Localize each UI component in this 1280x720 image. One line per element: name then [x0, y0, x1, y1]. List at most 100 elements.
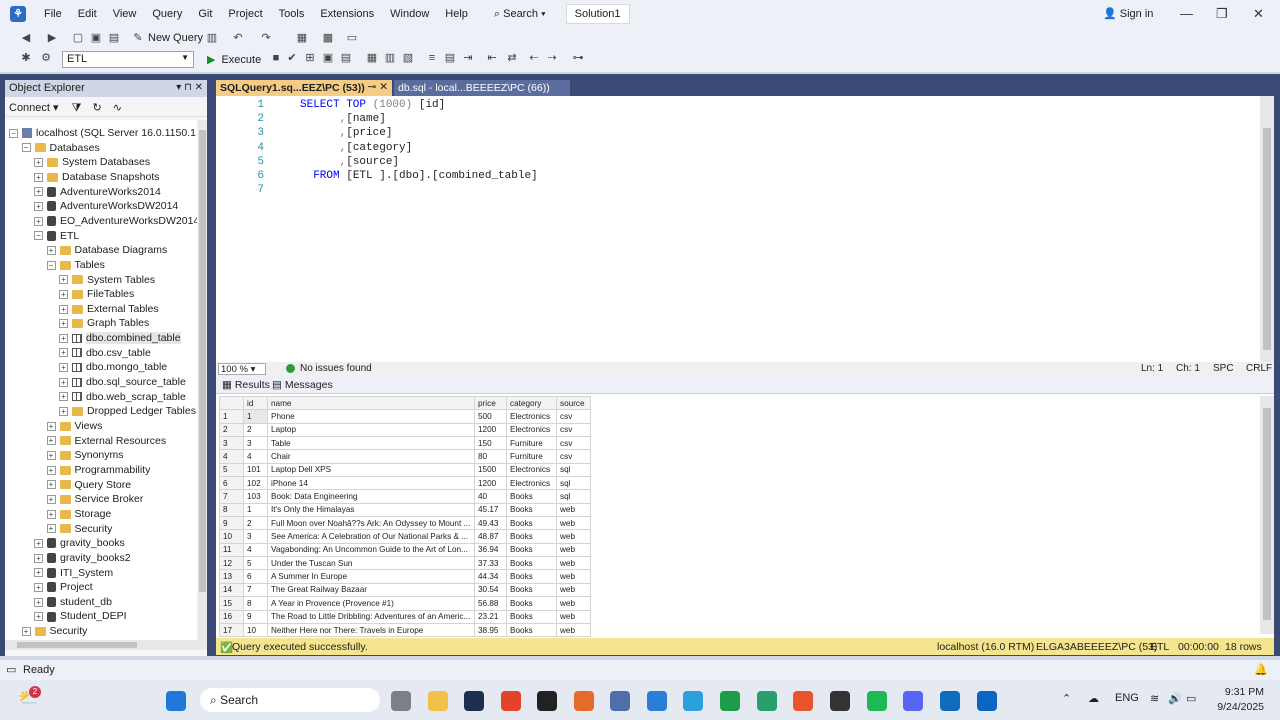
telegram-icon[interactable]: [683, 691, 703, 711]
task-view-icon[interactable]: [391, 691, 411, 711]
grid-cell[interactable]: 103: [243, 489, 268, 504]
grid-cell[interactable]: 2: [243, 516, 268, 531]
discord-icon[interactable]: [903, 691, 923, 711]
grid-cell[interactable]: Book: Data Engineering: [267, 489, 475, 504]
grid-cell[interactable]: iPhone 14: [267, 476, 475, 491]
grid-cell[interactable]: 30.54: [474, 582, 507, 598]
tree-node[interactable]: + dbo.web_scrap_table: [59, 390, 186, 405]
tree-node[interactable]: + Synonyms: [46, 448, 124, 463]
refresh-icon[interactable]: ↻: [93, 102, 102, 114]
tree-node[interactable]: + System Tables: [59, 273, 155, 288]
row-number[interactable]: 7: [219, 489, 244, 504]
tree-vertical-scrollbar[interactable]: [198, 120, 207, 640]
expand-icon[interactable]: +: [46, 509, 56, 519]
tree-node[interactable]: + FileTables: [59, 287, 134, 302]
tree-node[interactable]: − Tables: [46, 258, 105, 273]
battery-icon[interactable]: ▭: [1186, 692, 1196, 705]
align-left-icon[interactable]: ⇠: [528, 52, 540, 64]
editor-vertical-scrollbar[interactable]: [1260, 96, 1274, 362]
grid-cell[interactable]: 7: [243, 582, 268, 598]
table-row[interactable]: 1 1 Phone 500 Electronics csv: [219, 409, 591, 424]
menu-query[interactable]: Query: [144, 0, 190, 28]
grid-cell[interactable]: csv: [556, 449, 591, 464]
wifi-icon[interactable]: ≋: [1150, 692, 1159, 705]
table-row[interactable]: 14 7 The Great Railway Bazaar 30.54 Books web: [219, 582, 591, 598]
menu-tools[interactable]: Tools: [271, 0, 313, 28]
grid-cell[interactable]: 36.94: [474, 542, 507, 558]
grid-cell[interactable]: Laptop Dell XPS: [267, 462, 475, 478]
results-grid-icon[interactable]: ▦: [366, 52, 378, 64]
row-number[interactable]: 11: [219, 542, 244, 558]
expand-icon[interactable]: +: [21, 626, 31, 636]
table-row[interactable]: 7 103 Book: Data Engineering 40 Books sql: [219, 489, 591, 504]
language-indicator[interactable]: ENG: [1115, 692, 1139, 704]
expand-icon[interactable]: +: [59, 348, 68, 358]
tree-node[interactable]: + Service Broker: [46, 492, 143, 507]
new-file-icon[interactable]: ▢: [72, 32, 84, 44]
row-number[interactable]: 5: [219, 462, 244, 478]
grid-cell[interactable]: Books: [506, 569, 557, 584]
brave-icon[interactable]: [793, 691, 813, 711]
results-file-icon[interactable]: ▧: [402, 52, 414, 64]
grid-cell[interactable]: 37.33: [474, 556, 507, 571]
grid-cell[interactable]: 1200: [474, 422, 507, 438]
stop-icon[interactable]: ■: [270, 52, 282, 64]
row-number[interactable]: 15: [219, 596, 244, 611]
ssms-app-icon[interactable]: [610, 691, 630, 711]
expand-icon[interactable]: +: [34, 158, 43, 168]
tree-scroll-thumb[interactable]: [199, 130, 206, 592]
tree-node[interactable]: + ITI_System: [34, 566, 113, 581]
collapse-icon[interactable]: −: [21, 143, 31, 153]
plan-icon[interactable]: ⊞: [304, 52, 316, 64]
row-number[interactable]: 10: [219, 529, 244, 544]
query-options-icon[interactable]: ▣: [322, 52, 334, 64]
results-grid[interactable]: id name price category source 1 1 Phone 500 Elect…: [219, 395, 591, 638]
expand-icon[interactable]: +: [34, 568, 43, 578]
issues-indicator[interactable]: No issues found: [286, 363, 372, 374]
row-number[interactable]: 9: [219, 516, 244, 531]
grid-cell[interactable]: web: [556, 529, 591, 544]
expand-icon[interactable]: +: [59, 392, 68, 402]
query-icon[interactable]: ▥: [206, 32, 218, 44]
specify-values-icon[interactable]: ⇄: [506, 52, 518, 64]
tree-node[interactable]: + Security: [46, 522, 112, 537]
grid-cell[interactable]: It's Only the Himalayas: [267, 502, 475, 518]
tree-node[interactable]: − Databases: [21, 141, 100, 156]
row-number[interactable]: 2: [219, 422, 244, 438]
row-number[interactable]: 13: [219, 569, 244, 584]
notification-icon[interactable]: 🔔: [1254, 663, 1268, 676]
row-number[interactable]: 8: [219, 502, 244, 518]
grid-cell[interactable]: web: [556, 556, 591, 571]
menu-view[interactable]: View: [105, 0, 145, 28]
grid-cell[interactable]: web: [556, 596, 591, 611]
volume-icon[interactable]: 🔊: [1168, 692, 1182, 705]
grid-cell[interactable]: Electronics: [506, 409, 557, 424]
expand-icon[interactable]: +: [34, 216, 43, 226]
row-number[interactable]: 14: [219, 582, 244, 598]
tree-node[interactable]: + Graph Tables: [59, 316, 149, 331]
grid-cell[interactable]: 150: [474, 436, 507, 451]
menu-window[interactable]: Window: [382, 0, 437, 28]
grid-cell[interactable]: Books: [506, 556, 557, 571]
code-line[interactable]: SELECT TOP (1000) [id]: [300, 99, 445, 111]
table-row[interactable]: 5 101 Laptop Dell XPS 1500 Electronics sql: [219, 462, 591, 478]
panel-controls[interactable]: ▾ ⊓ ✕: [176, 82, 203, 93]
tree-node[interactable]: + student_db: [34, 595, 112, 610]
table-row[interactable]: 11 4 Vagabonding: An Uncommon Guide to the…: [219, 542, 591, 558]
intellisense-icon[interactable]: ▤: [340, 52, 352, 64]
expand-icon[interactable]: +: [34, 172, 43, 182]
tree-node[interactable]: + Storage: [46, 507, 111, 522]
new-query-icon[interactable]: ✎: [132, 32, 144, 44]
column-header[interactable]: id: [243, 395, 268, 411]
table-row[interactable]: 8 1 It's Only the Himalayas 45.17 Books web: [219, 502, 591, 518]
collapse-icon[interactable]: −: [9, 128, 18, 138]
menu-project[interactable]: Project: [220, 0, 270, 28]
row-number[interactable]: 16: [219, 609, 244, 624]
filter-icon[interactable]: ⧩: [72, 102, 82, 114]
tree-horizontal-scrollbar[interactable]: [5, 640, 207, 650]
table-row[interactable]: 13 6 A Summer In Europe 44.34 Books web: [219, 569, 591, 584]
table-row[interactable]: 12 5 Under the Tuscan Sun 37.33 Books web: [219, 556, 591, 571]
grid-cell[interactable]: web: [556, 502, 591, 518]
close-icon[interactable]: ✕: [1253, 6, 1264, 22]
linkedin-icon[interactable]: [977, 691, 997, 711]
